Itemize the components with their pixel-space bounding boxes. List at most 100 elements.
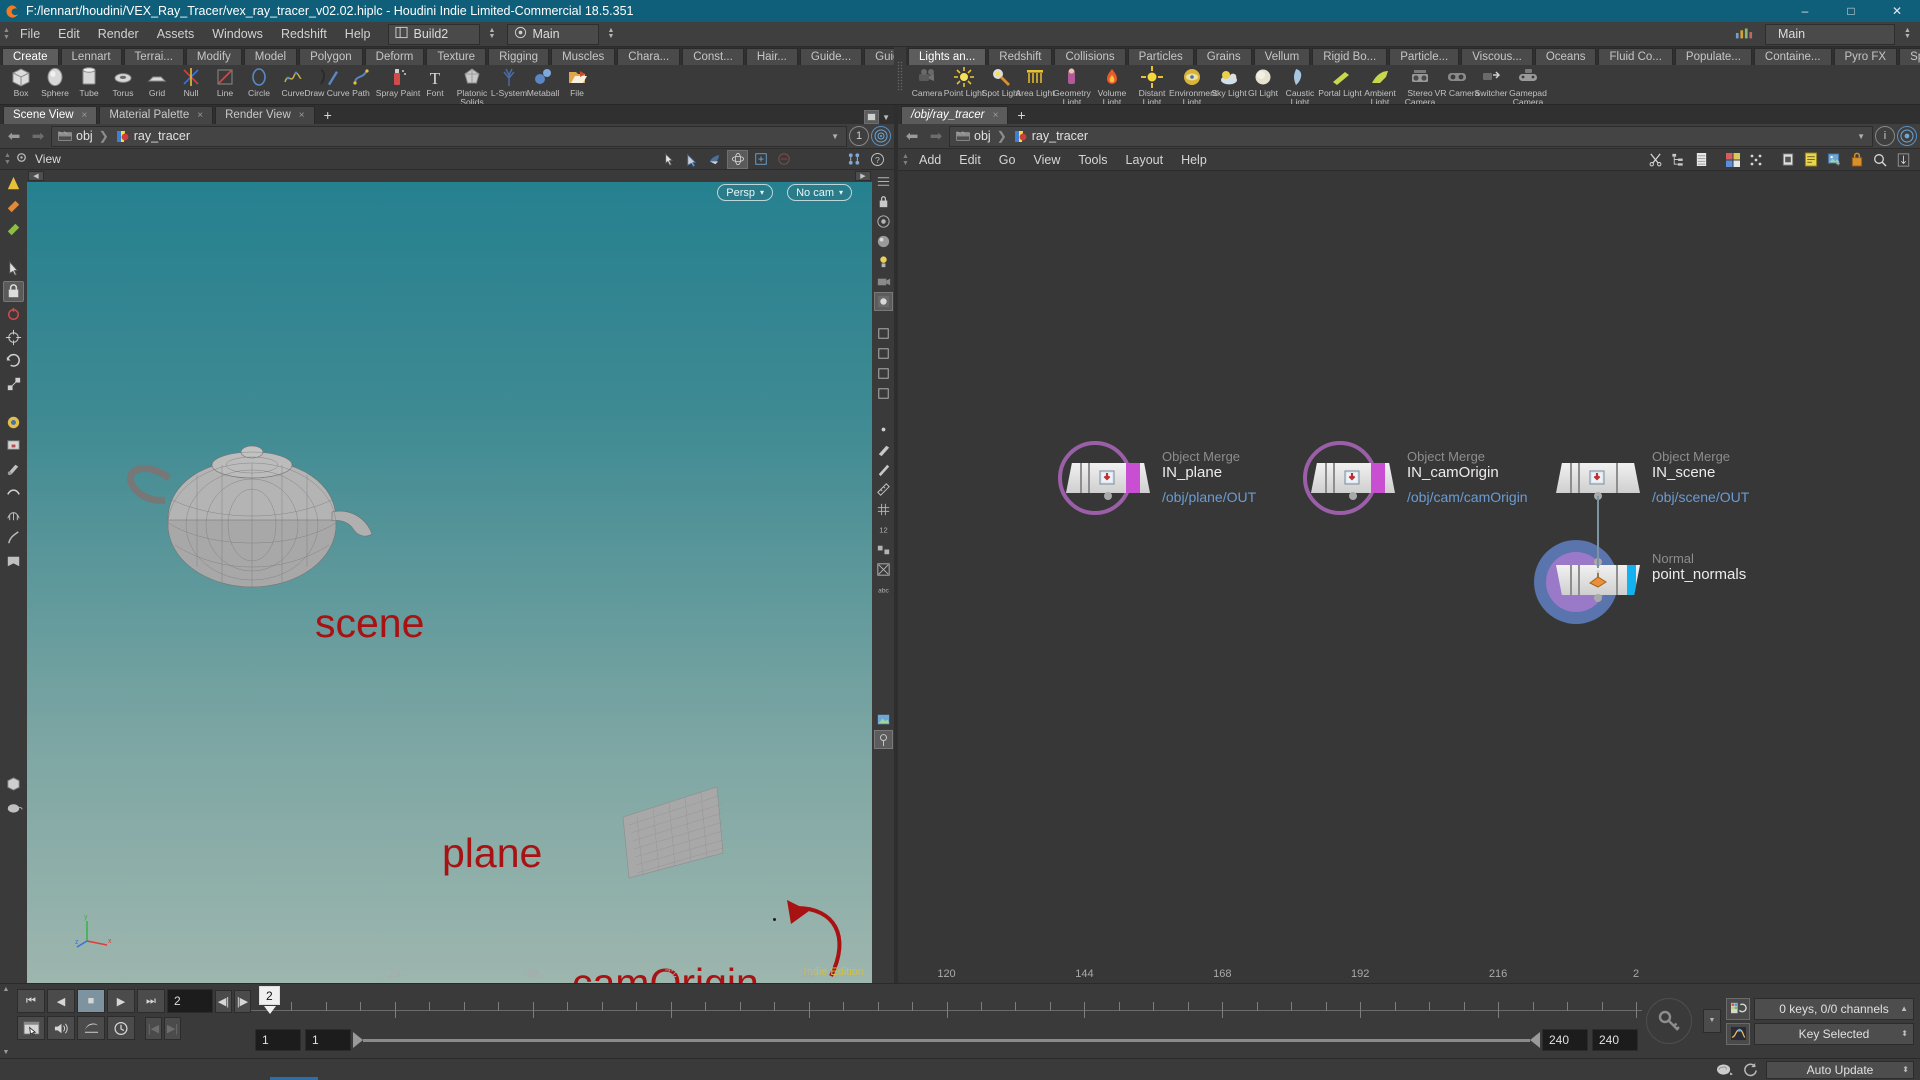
- lock-select-icon[interactable]: [3, 281, 24, 302]
- text-abc-icon[interactable]: abc: [874, 580, 893, 599]
- shelf-item-null[interactable]: Null: [174, 65, 208, 104]
- shelf-item-geometry-light[interactable]: Geometry Light: [1052, 65, 1092, 104]
- shelf-tab-right-6[interactable]: Rigid Bo...: [1312, 48, 1388, 65]
- playback-start-field[interactable]: 1: [305, 1029, 351, 1051]
- material-sphere-icon[interactable]: [874, 232, 893, 251]
- range-end-handle[interactable]: [1530, 1032, 1540, 1048]
- shelf-tab-left-10[interactable]: Chara...: [617, 48, 681, 65]
- shelf-tab-left-2[interactable]: Terrai...: [123, 48, 184, 65]
- edge-mode-icon[interactable]: [874, 344, 893, 363]
- shelf-item-point-light[interactable]: Point Light: [944, 65, 984, 104]
- timeline[interactable]: 2 1 1 240 240 24 48 72 96 120 144 168 192 216 2: [251, 968, 1642, 1058]
- tab-scene-view[interactable]: Scene View ×: [3, 106, 98, 124]
- shelf-tab-left-4[interactable]: Model: [243, 48, 298, 65]
- comb-tool-icon[interactable]: [3, 504, 24, 525]
- node-body[interactable]: [1311, 463, 1395, 493]
- colorwheel-tool-icon[interactable]: [3, 412, 24, 433]
- menu-help[interactable]: Help: [336, 22, 380, 47]
- rotate-tool-icon[interactable]: [3, 350, 24, 371]
- view-tool-icon[interactable]: [704, 150, 725, 169]
- shelf-item-gamepad-camera[interactable]: Gamepad Camera: [1508, 65, 1548, 104]
- network-path-field[interactable]: obj ❯ ray_tracer ▼: [949, 125, 1873, 147]
- shelf-tab-left-8[interactable]: Rigging: [488, 48, 550, 65]
- network-path-segment-obj[interactable]: obj: [974, 129, 991, 143]
- camera-dropdown[interactable]: No cam ▾: [787, 184, 852, 201]
- close-icon[interactable]: ×: [82, 107, 88, 124]
- add-tab-button[interactable]: +: [317, 106, 339, 124]
- back-button[interactable]: ⬅: [3, 125, 25, 147]
- layout-spinner[interactable]: ▲ ▼: [605, 24, 618, 45]
- notes-icon[interactable]: [1802, 151, 1820, 169]
- playback-mode-icon[interactable]: [77, 1016, 105, 1040]
- lock-view-icon[interactable]: [874, 192, 893, 211]
- move-tool-icon[interactable]: [3, 327, 24, 348]
- shelf-tab-left-13[interactable]: Guide...: [799, 48, 863, 65]
- shelf-divider-grip[interactable]: [897, 60, 903, 91]
- menu-edit[interactable]: Edit: [49, 22, 89, 47]
- set-key-button[interactable]: [1646, 998, 1692, 1044]
- shelf-item-sphere[interactable]: Sphere: [38, 65, 72, 104]
- path-segment-ray-tracer[interactable]: ray_tracer: [134, 129, 190, 143]
- shelf-item-caustic-light[interactable]: Caustic Light: [1280, 65, 1320, 104]
- scene-path-field[interactable]: obj ❯ ray_tracer ▼: [51, 125, 847, 147]
- step-forward-button[interactable]: |▶: [234, 989, 251, 1013]
- arrow-select-icon[interactable]: [3, 258, 24, 279]
- network-menu-view[interactable]: View: [1024, 149, 1069, 171]
- shelf-tab-right-5[interactable]: Vellum: [1253, 48, 1311, 65]
- menu-redshift[interactable]: Redshift: [272, 22, 336, 47]
- menu-assets[interactable]: Assets: [148, 22, 204, 47]
- time-icon[interactable]: [107, 1016, 135, 1040]
- network-menu-layout[interactable]: Layout: [1117, 149, 1173, 171]
- add-network-tab-button[interactable]: +: [1010, 106, 1032, 124]
- play-backward-button[interactable]: ◀: [47, 989, 75, 1013]
- pen-icon[interactable]: [874, 460, 893, 479]
- shelf-item-sky-light[interactable]: Sky Light: [1211, 65, 1247, 104]
- key-status-field[interactable]: 0 keys, 0/0 channels ▲: [1754, 997, 1914, 1020]
- shelf-item-file[interactable]: File: [560, 65, 594, 104]
- pane-menu-caret-icon[interactable]: ▼: [882, 113, 890, 122]
- close-icon[interactable]: ×: [993, 107, 999, 124]
- network-back-button[interactable]: ⬅: [901, 125, 923, 147]
- maximize-pane-icon[interactable]: [864, 110, 880, 124]
- node-point_normals[interactable]: Normal point_normals: [1534, 540, 1746, 624]
- set-key-dropdown[interactable]: ▼: [1703, 1009, 1721, 1033]
- scale-tool-icon[interactable]: [3, 373, 24, 394]
- network-menu-help[interactable]: Help: [1172, 149, 1216, 171]
- shelf-divider[interactable]: [894, 47, 906, 104]
- tab-render-view[interactable]: Render View ×: [215, 106, 315, 124]
- shelf-tab-right-2[interactable]: Collisions: [1054, 48, 1126, 65]
- menu-grip[interactable]: ▲ ▼: [2, 22, 11, 47]
- close-button[interactable]: ✕: [1874, 0, 1920, 22]
- animation-curve-icon[interactable]: [1726, 1022, 1750, 1045]
- num-field-icon[interactable]: 12: [874, 520, 893, 539]
- measure-icon[interactable]: [874, 480, 893, 499]
- update-mode-caret-icon[interactable]: ⬍: [1902, 1066, 1909, 1074]
- path-dropdown-icon[interactable]: ▼: [1857, 132, 1867, 141]
- scroll-left-icon[interactable]: ◀: [28, 171, 44, 181]
- layout-selector[interactable]: Main: [506, 23, 599, 45]
- view-gear-icon[interactable]: [14, 150, 29, 168]
- shelf-item-gi-light[interactable]: GI Light: [1246, 65, 1280, 104]
- display-flag-button[interactable]: 1: [849, 126, 869, 146]
- path-segment-obj[interactable]: obj: [76, 129, 93, 143]
- node-output-connector[interactable]: [1594, 594, 1602, 602]
- range-track[interactable]: [363, 1038, 1530, 1042]
- shelf-tab-right-9[interactable]: Oceans: [1534, 48, 1597, 65]
- picker-icon[interactable]: [1894, 151, 1912, 169]
- key-mode-caret-icon[interactable]: ⬍: [1901, 1030, 1908, 1038]
- cone-select-icon[interactable]: [3, 173, 24, 194]
- node-body[interactable]: [1066, 463, 1150, 493]
- node-output-connector[interactable]: [1104, 492, 1112, 500]
- shelf-item-portal-light[interactable]: Portal Light: [1318, 65, 1362, 104]
- shelf-item-draw-curve[interactable]: Draw Curve: [304, 65, 350, 104]
- network-menu-edit[interactable]: Edit: [950, 149, 990, 171]
- handle-tool-icon[interactable]: [681, 150, 702, 169]
- shelf-item-path[interactable]: Path: [344, 65, 378, 104]
- green-tool-icon[interactable]: [3, 219, 24, 240]
- paint-tool-icon[interactable]: [3, 435, 24, 456]
- menu-file[interactable]: File: [11, 22, 49, 47]
- orbit-icon[interactable]: [727, 149, 748, 169]
- shelf-tab-left-1[interactable]: Lennart: [60, 48, 122, 65]
- uv-icon[interactable]: [874, 560, 893, 579]
- jump-end-button[interactable]: ⏭: [137, 989, 165, 1013]
